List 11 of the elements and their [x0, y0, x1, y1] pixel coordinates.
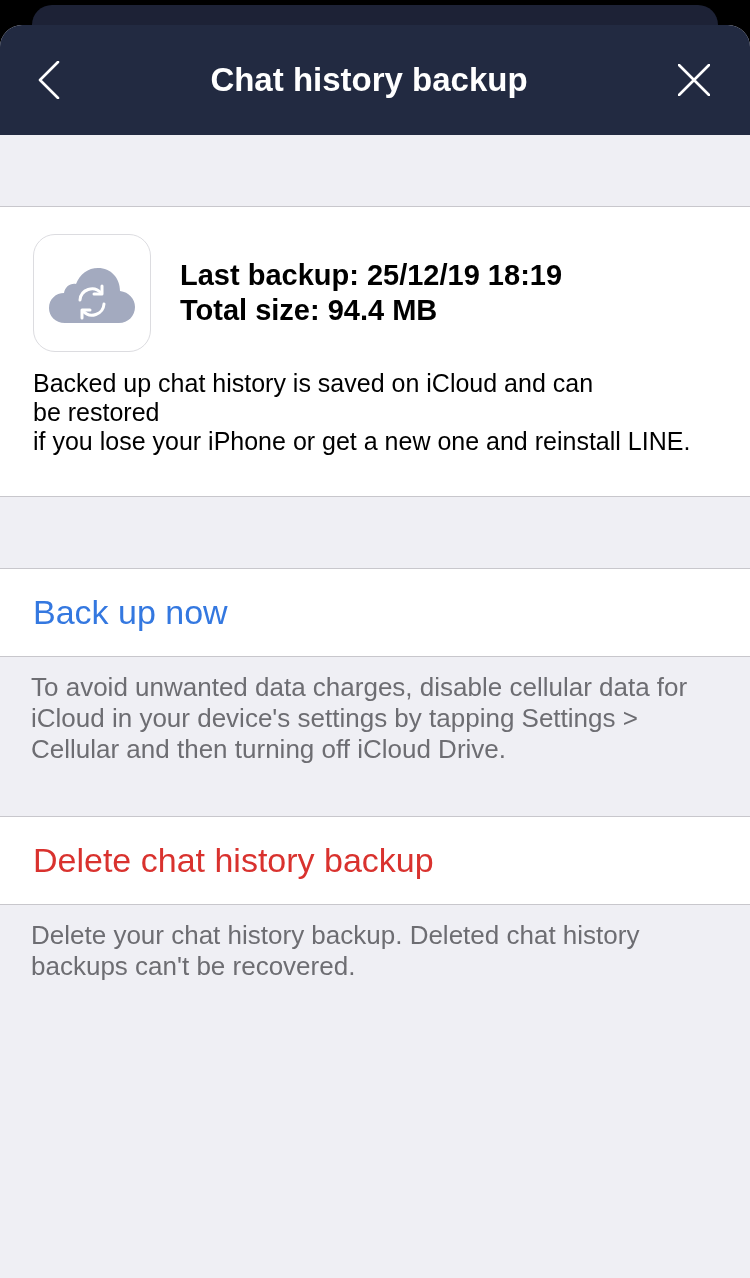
last-backup-text: Last backup: 25/12/19 18:19: [180, 258, 563, 293]
total-size-text: Total size: 94.4 MB: [180, 293, 439, 328]
cloud-sync-icon: [33, 234, 151, 352]
chevron-left-icon: [38, 61, 60, 99]
close-icon: [678, 64, 710, 96]
action-row[interactable]: Delete chat history backup: [0, 816, 750, 905]
section-footnote: Delete your chat history backup. Deleted chat history backups can't be recovered.: [30, 919, 641, 983]
backup-description: Backed up chat history is saved on iCloud and can be restored if you lose your iPhone or get a new one and reinstall LINE.: [33, 369, 692, 456]
window-title: Chat history backup: [210, 61, 528, 99]
section-footnote: To avoid unwanted data charges, disable cellular data for iCloud in your device's settings by tapping Settings > Cellular and then turning off iCloud Drive.: [30, 671, 689, 766]
action-row[interactable]: Back up now: [0, 568, 750, 657]
